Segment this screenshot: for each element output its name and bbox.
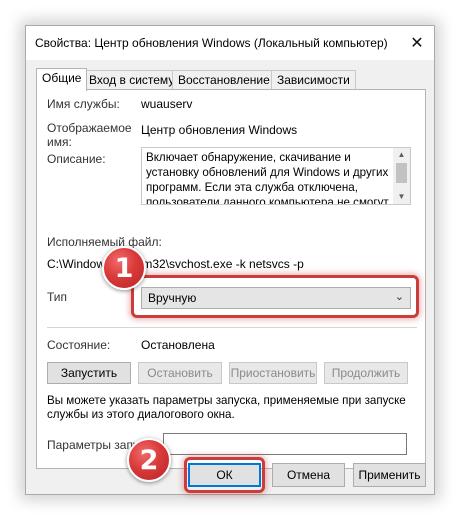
service-name-value: wuauserv bbox=[141, 97, 193, 111]
divider bbox=[47, 327, 417, 328]
description-label: Описание: bbox=[47, 152, 106, 166]
startup-params-hint: Вы можете указать параметры запуска, при… bbox=[47, 394, 406, 421]
status-value: Остановлена bbox=[141, 338, 215, 352]
status-label: Состояние: bbox=[47, 338, 111, 352]
scroll-down-icon[interactable]: ▼ bbox=[393, 190, 410, 204]
window-title: Свойства: Центр обновления Windows (Лока… bbox=[35, 36, 388, 50]
resume-button[interactable]: Продолжить bbox=[324, 362, 408, 384]
service-name-label: Имя службы: bbox=[47, 97, 120, 111]
scroll-up-icon[interactable]: ▲ bbox=[393, 148, 410, 162]
startup-type-label: Тип bbox=[47, 290, 68, 304]
display-name-label: Отображаемое имя: bbox=[47, 121, 132, 149]
step-badge-1: 1 bbox=[102, 246, 146, 290]
pause-button[interactable]: Приостановить bbox=[229, 362, 317, 384]
service-properties-dialog: Свойства: Центр обновления Windows (Лока… bbox=[25, 25, 435, 495]
title-bar: Свойства: Центр обновления Windows (Лока… bbox=[26, 26, 434, 60]
stop-button[interactable]: Остановить bbox=[138, 362, 222, 384]
apply-button[interactable]: Применить bbox=[353, 463, 426, 487]
tab-logon[interactable]: Вход в систему bbox=[83, 70, 181, 89]
general-tab-panel: Имя службы: wuauserv Отображаемое имя: Ц… bbox=[36, 89, 426, 469]
executable-label: Исполняемый файл: bbox=[47, 235, 162, 249]
chevron-down-icon: ⌄ bbox=[394, 291, 404, 303]
display-name-value: Центр обновления Windows bbox=[141, 123, 298, 137]
startup-type-value: Вручную bbox=[148, 291, 197, 305]
ok-button[interactable]: ОК bbox=[188, 463, 261, 487]
startup-params-input[interactable] bbox=[163, 433, 407, 455]
tab-strip: Общие Вход в систему Восстановление Зави… bbox=[36, 68, 426, 91]
tab-dependencies[interactable]: Зависимости bbox=[271, 70, 356, 89]
start-button[interactable]: Запустить bbox=[47, 362, 131, 384]
step-badge-2: 2 bbox=[127, 438, 171, 482]
scroll-thumb[interactable] bbox=[396, 163, 407, 183]
close-icon: ✕ bbox=[410, 35, 424, 52]
description-scrollbar[interactable]: ▲ ▼ bbox=[393, 148, 410, 204]
close-button[interactable]: ✕ bbox=[400, 26, 434, 60]
tab-recovery[interactable]: Восстановление bbox=[172, 70, 276, 89]
tab-general[interactable]: Общие bbox=[36, 68, 88, 91]
description-box[interactable]: Включает обнаружение, скачивание и устан… bbox=[141, 147, 411, 205]
description-text: Включает обнаружение, скачивание и устан… bbox=[146, 151, 389, 204]
executable-path: C:\Windows\system32\svchost.exe -k netsv… bbox=[47, 257, 304, 271]
startup-type-select[interactable]: Вручную ⌄ bbox=[141, 287, 411, 309]
cancel-button[interactable]: Отмена bbox=[272, 463, 345, 487]
